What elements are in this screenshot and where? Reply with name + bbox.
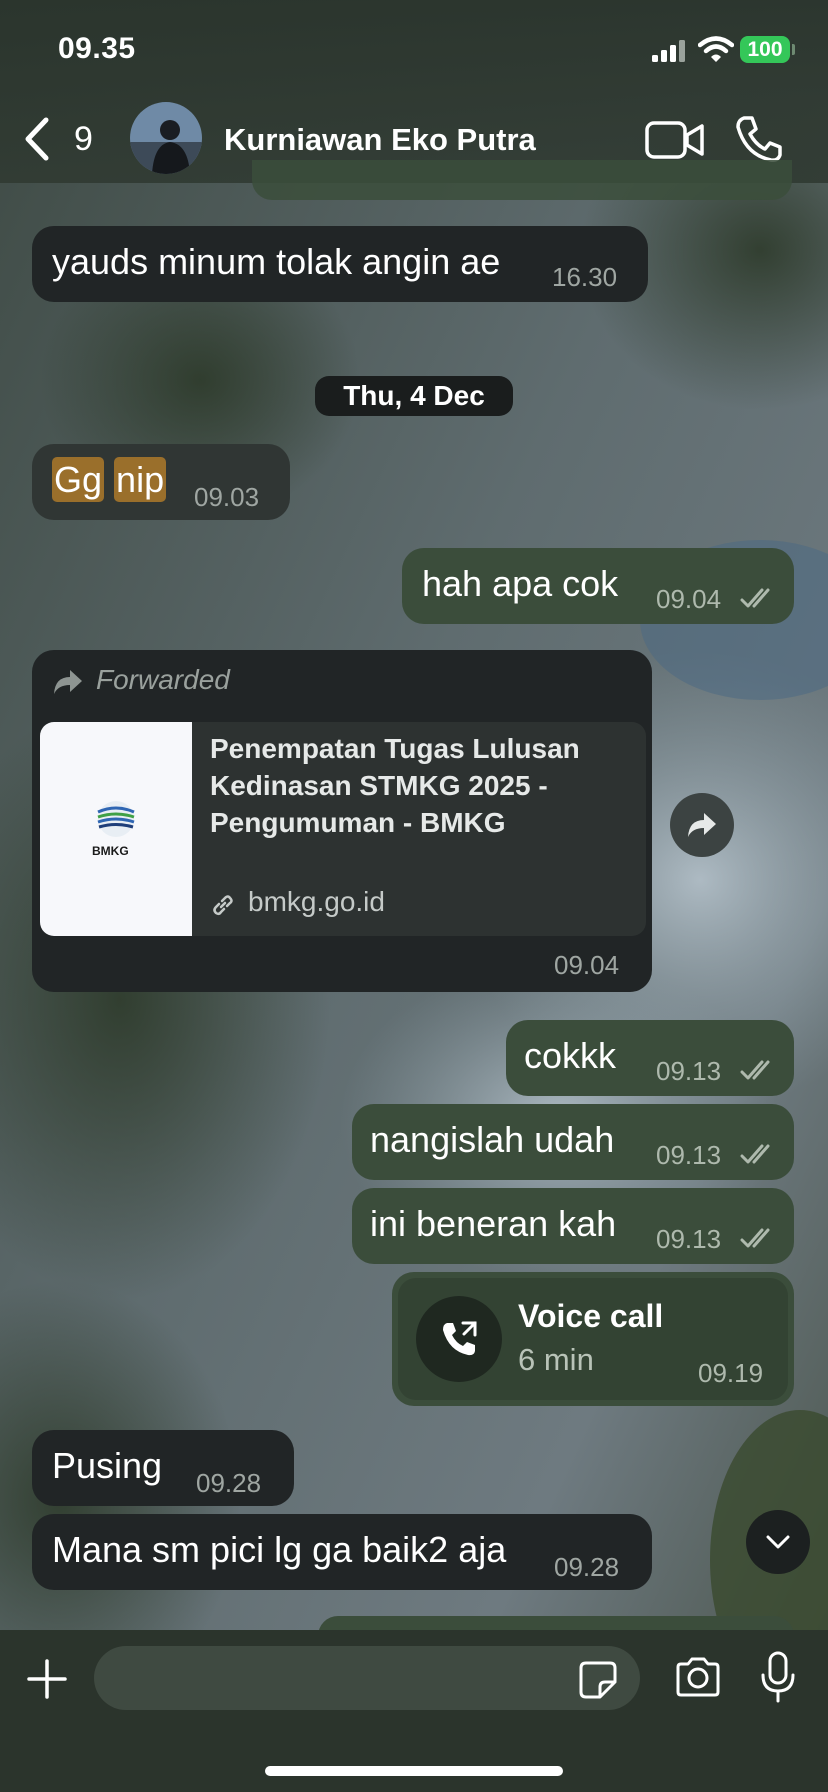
forward-arrow-icon (54, 670, 82, 694)
link-thumbnail: BMKG (40, 722, 192, 936)
message-time: 09.04 (656, 584, 722, 614)
message-bubble-outgoing[interactable]: hah apa cok 09.04 (402, 548, 794, 624)
call-icon-circle (416, 1296, 502, 1382)
message-time: 09.13 (656, 1056, 722, 1086)
message-bubble-incoming[interactable]: Pusing 09.28 (32, 1430, 294, 1506)
read-receipt-icon (740, 1060, 770, 1080)
voice-call-message[interactable]: Voice call 6 min 09.19 (392, 1272, 794, 1406)
back-chevron-icon[interactable] (22, 116, 52, 162)
message-time: 09.13 (656, 1140, 722, 1170)
message-bubble-outgoing[interactable]: cokkk 09.13 (506, 1020, 794, 1096)
link-domain: bmkg.go.id (248, 886, 385, 917)
message-text: Mana sm pici lg ga baik2 aja (52, 1529, 507, 1570)
message-text: ini beneran kah (370, 1203, 617, 1244)
link-title: Penempatan Tugas Lulusan Kedinasan STMKG… (210, 730, 630, 841)
message-time: 09.13 (656, 1224, 722, 1254)
bmkg-logo-text: BMKG (92, 844, 129, 858)
message-text: Pusing (52, 1445, 163, 1486)
wifi-icon (698, 36, 734, 62)
avatar[interactable] (130, 102, 202, 174)
unread-count[interactable]: 9 (74, 120, 93, 159)
battery-nub (792, 44, 795, 55)
date-separator: Thu, 4 Dec (315, 376, 513, 416)
scroll-to-bottom-button[interactable] (746, 1510, 810, 1574)
camera-icon[interactable] (674, 1656, 722, 1698)
message-input-box[interactable] (94, 1646, 640, 1710)
forwarded-label: Forwarded (96, 664, 230, 695)
message-text: nangislah udah (370, 1119, 615, 1160)
forwarded-link-message[interactable]: Forwarded BMKG Penempatan Tugas Lulusan … (32, 650, 652, 992)
message-text: Gg nip (52, 457, 167, 502)
call-title: Voice call (518, 1298, 664, 1334)
message-bubble-outgoing[interactable]: nangislah udah 09.13 (352, 1104, 794, 1180)
message-text: yauds minum tolak angin ae (52, 241, 501, 282)
link-title-line: Kedinasan STMKG 2025 - (210, 770, 548, 801)
link-icon (213, 895, 233, 916)
voice-call-card: Voice call 6 min 09.19 (398, 1278, 788, 1400)
sticker-icon[interactable] (578, 1660, 618, 1700)
highlighted-word: Gg (52, 457, 105, 502)
cellular-signal-icon (652, 40, 685, 62)
message-time: 09.19 (698, 1358, 764, 1388)
message-input[interactable] (114, 1662, 558, 1696)
read-receipt-icon (740, 1144, 770, 1164)
home-indicator (265, 1766, 563, 1776)
message-time: 09.28 (554, 1552, 620, 1582)
share-button[interactable] (670, 793, 734, 857)
chevron-down-icon (766, 1535, 790, 1549)
plus-icon[interactable] (26, 1658, 68, 1700)
message-time: 16.30 (552, 262, 618, 292)
highlighted-word: nip (114, 457, 167, 502)
message-time: 09.28 (196, 1468, 262, 1498)
chat-screen: 09.35 100 9 Kurniawan Eko Putra yauds mi… (0, 0, 828, 1792)
link-title-line: Pengumuman - BMKG (210, 807, 506, 838)
read-receipt-icon (740, 1228, 770, 1248)
share-icon (688, 813, 716, 837)
message-text: hah apa cok (422, 563, 619, 604)
message-time: 09.03 (194, 482, 260, 512)
message-text: cokkk (524, 1035, 617, 1076)
message-bubble-incoming[interactable]: yauds minum tolak angin ae 16.30 (32, 226, 648, 302)
link-preview-card[interactable]: BMKG Penempatan Tugas Lulusan Kedinasan … (40, 722, 646, 936)
message-bubble-partial (252, 160, 792, 200)
call-outgoing-icon (443, 1321, 477, 1356)
contact-name[interactable]: Kurniawan Eko Putra (224, 122, 536, 158)
message-bubble-incoming[interactable]: Gg nip 09.03 (32, 444, 290, 520)
read-receipt-icon (740, 588, 770, 608)
link-title-line: Penempatan Tugas Lulusan (210, 733, 580, 764)
microphone-icon[interactable] (760, 1650, 796, 1704)
message-bubble-incoming[interactable]: Mana sm pici lg ga baik2 aja 09.28 (32, 1514, 652, 1590)
status-time: 09.35 (58, 32, 136, 65)
phone-icon[interactable] (734, 114, 784, 164)
bmkg-logo-icon (97, 801, 135, 837)
battery-indicator: 100 (740, 36, 790, 63)
message-bubble-outgoing[interactable]: ini beneran kah 09.13 (352, 1188, 794, 1264)
video-call-icon[interactable] (644, 118, 706, 162)
message-time: 09.04 (554, 950, 620, 980)
call-duration: 6 min (518, 1342, 594, 1377)
